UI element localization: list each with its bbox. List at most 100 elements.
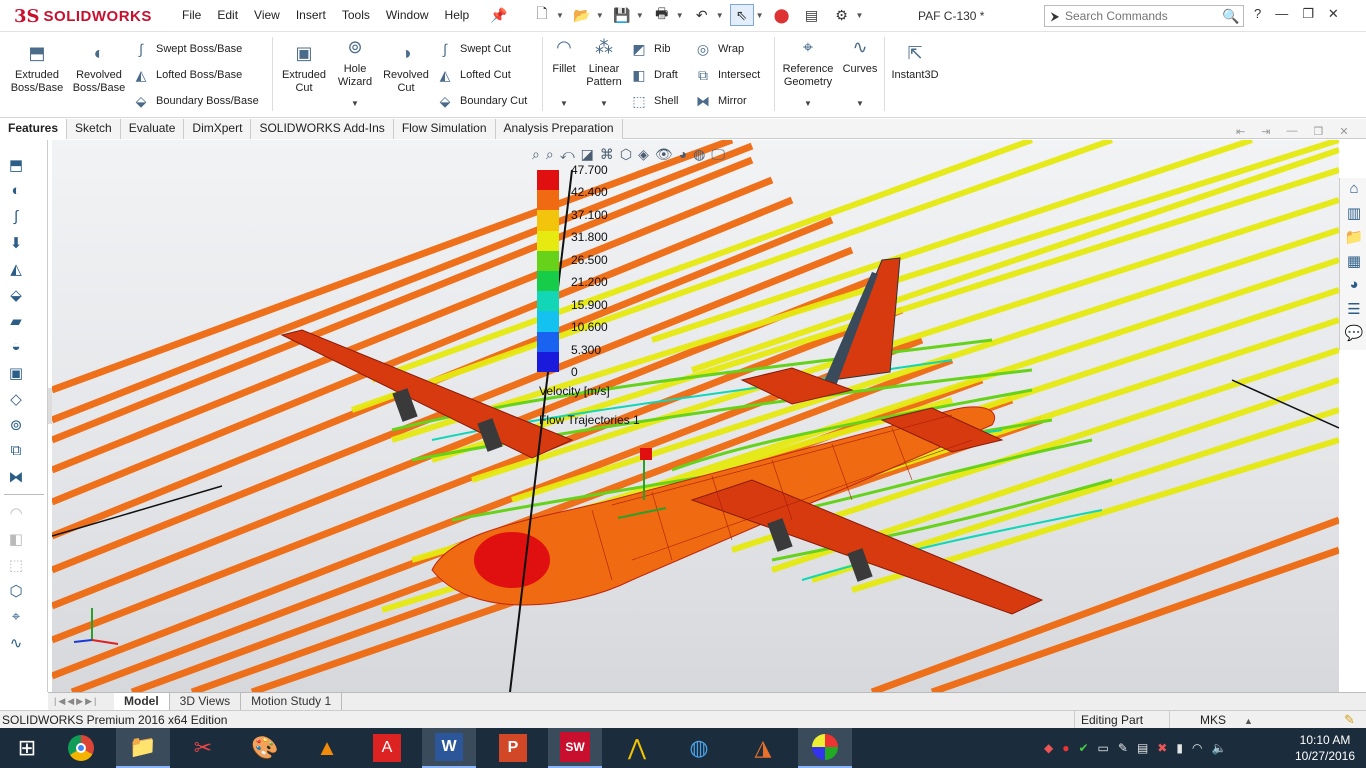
file-explorer-icon[interactable]: 📁 xyxy=(116,728,170,768)
color-balls-icon[interactable] xyxy=(798,728,852,768)
menu-window[interactable]: Window xyxy=(386,8,429,22)
chevron-down-icon[interactable]: ▼ xyxy=(351,99,359,108)
view-settings-icon[interactable]: 🖵 xyxy=(711,146,725,163)
chevron-down-icon[interactable]: ▼ xyxy=(560,99,568,108)
paint-icon[interactable]: 🎨 xyxy=(238,728,292,768)
zoom-to-fit-icon[interactable]: ⌕ xyxy=(532,146,540,163)
options-gear-icon[interactable]: ⚙ xyxy=(830,4,854,26)
fillet-button[interactable]: ◠ Fillet xyxy=(546,38,582,76)
powerpoint-icon[interactable]: P xyxy=(486,728,540,768)
hide-show-items-icon[interactable]: 👁 xyxy=(655,146,673,163)
search-input[interactable] xyxy=(1065,9,1205,23)
acrobat-icon[interactable]: A xyxy=(360,728,414,768)
intersect-button[interactable]: ⧉ Intersect xyxy=(694,67,760,83)
menu-file[interactable]: File xyxy=(182,8,201,22)
open-folder-icon[interactable]: 📂 xyxy=(570,4,594,26)
custom-properties-icon[interactable]: ☰ xyxy=(1343,300,1365,322)
print-icon[interactable]: 🖶 xyxy=(650,4,674,26)
restore-icon[interactable]: ❐ xyxy=(1302,6,1314,22)
solidworks-resources-home-icon[interactable]: ⌂ xyxy=(1343,180,1365,202)
matlab-icon[interactable]: ◮ xyxy=(736,728,790,768)
tab-evaluate[interactable]: Evaluate xyxy=(120,119,185,139)
new-document-icon[interactable]: 🗋 xyxy=(530,4,554,26)
tab-model[interactable]: Model xyxy=(114,692,170,711)
viewport-restore-icon[interactable]: ❐ xyxy=(1313,125,1323,138)
tray-volume-icon[interactable]: 🔈 xyxy=(1211,741,1226,755)
extrude-cut-tool-icon[interactable]: ▣ xyxy=(6,364,26,384)
chevron-down-icon[interactable]: ▼ xyxy=(756,11,764,20)
mirror-button[interactable]: ⧓ Mirror xyxy=(694,93,747,109)
chevron-down-icon[interactable]: ▼ xyxy=(556,11,564,20)
menu-edit[interactable]: Edit xyxy=(217,8,238,22)
curves-button[interactable]: ∿ Curves xyxy=(840,38,880,76)
chevron-down-icon[interactable]: ▼ xyxy=(596,11,604,20)
design-library-icon[interactable]: ▥ xyxy=(1343,204,1365,226)
previous-view-icon[interactable]: ⤺ xyxy=(560,146,575,163)
curves-tool-icon[interactable]: ∿ xyxy=(6,634,26,654)
tray-app-icon[interactable]: ◆ xyxy=(1044,741,1053,755)
help-icon[interactable]: ? xyxy=(1254,6,1261,22)
autodesk-icon[interactable]: ⋀ xyxy=(610,728,664,768)
network-globe-icon[interactable]: ◍ xyxy=(672,728,726,768)
view-palette-icon[interactable]: ▦ xyxy=(1343,252,1365,274)
tray-antivirus-icon[interactable]: ✖ xyxy=(1157,741,1167,755)
tab-solidworks-addins[interactable]: SOLIDWORKS Add-Ins xyxy=(251,119,394,139)
tray-tools-icon[interactable]: ✎ xyxy=(1118,741,1128,755)
next-view-icon[interactable]: ⇥ xyxy=(1261,125,1270,138)
chamfer-tool-icon[interactable]: ◇ xyxy=(6,390,26,410)
select-arrow-icon[interactable]: ⇖ xyxy=(729,4,754,26)
rib-button[interactable]: ◩ Rib xyxy=(630,41,670,57)
snipping-tool-icon[interactable]: ✂ xyxy=(176,728,230,768)
search-icon[interactable]: 🔍 xyxy=(1219,8,1243,25)
file-explorer-folder-icon[interactable]: 📁 xyxy=(1343,228,1365,250)
save-icon[interactable]: 💾 xyxy=(610,4,634,26)
draft-button[interactable]: ◧ Draft xyxy=(630,67,677,83)
thicken-tool-icon[interactable]: ⬙ xyxy=(6,286,26,306)
menu-tools[interactable]: Tools xyxy=(342,8,370,22)
viewport-close-icon[interactable]: ✕ xyxy=(1339,125,1348,138)
swept-cut-button[interactable]: ∫ Swept Cut xyxy=(436,41,511,57)
graphics-viewport[interactable] xyxy=(52,140,1339,692)
boundary-boss-button[interactable]: ⬙ Boundary Boss/Base xyxy=(132,93,259,109)
menu-help[interactable]: Help xyxy=(445,8,470,22)
taskbar-clock[interactable]: 10:10 AM 10/27/2016 xyxy=(1290,732,1360,764)
solidworks-forum-icon[interactable]: 💬 xyxy=(1343,324,1365,346)
viewport-minimize-icon[interactable]: — xyxy=(1286,125,1297,138)
tab-dimxpert[interactable]: DimXpert xyxy=(184,119,252,139)
swept-boss-button[interactable]: ∫ Swept Boss/Base xyxy=(132,41,242,57)
tab-3d-views[interactable]: 3D Views xyxy=(170,692,242,711)
tray-battery-icon[interactable]: ▮ xyxy=(1176,741,1183,755)
shell-button[interactable]: ⬚ Shell xyxy=(630,93,678,109)
extruded-cut-button[interactable]: ▣ Extruded Cut xyxy=(278,44,330,95)
instant3d-button[interactable]: ⇱ Instant3D xyxy=(888,44,942,82)
file-properties-icon[interactable]: ▤ xyxy=(800,4,824,26)
vlc-icon[interactable]: ▲ xyxy=(300,728,354,768)
wrap-button[interactable]: ◎ Wrap xyxy=(694,41,744,57)
section-view-icon[interactable]: ◪ xyxy=(581,146,594,163)
solidworks-logo[interactable]: 3S SOLIDWORKS xyxy=(14,4,152,28)
lofted-boss-button[interactable]: ◭ Lofted Boss/Base xyxy=(132,67,243,83)
chevron-down-icon[interactable]: ▼ xyxy=(804,99,812,108)
windows-logo-icon[interactable]: ⊞ xyxy=(0,728,54,768)
lofted-cut-button[interactable]: ◭ Lofted Cut xyxy=(436,67,511,83)
revolved-boss-button[interactable]: ◐ Revolved Boss/Base xyxy=(70,44,128,95)
tab-flow-simulation[interactable]: Flow Simulation xyxy=(393,119,496,139)
split-tool-icon[interactable]: ⧉ xyxy=(6,442,26,462)
loft-tool-icon[interactable]: ◭ xyxy=(6,260,26,280)
appearances-scenes-icon[interactable]: ◕ xyxy=(1343,276,1365,298)
move-copy-body-icon[interactable]: ⬡ xyxy=(6,582,26,602)
unit-system-selector[interactable]: MKS ▲ xyxy=(1200,713,1253,727)
arrow-down-tool-icon[interactable]: ⬇ xyxy=(6,234,26,254)
extruded-boss-button[interactable]: ⬒ Extruded Boss/Base xyxy=(8,44,66,95)
revolved-cut-button[interactable]: ◑ Revolved Cut xyxy=(380,44,432,95)
menu-insert[interactable]: Insert xyxy=(296,8,326,22)
tray-network-icon[interactable]: ▤ xyxy=(1137,741,1148,755)
solidworks-2016-icon[interactable]: SW xyxy=(548,728,602,768)
plane-tool-icon[interactable]: ▰ xyxy=(6,312,26,332)
dome-tool-icon[interactable]: ◒ xyxy=(6,338,26,358)
tray-wifi-icon[interactable]: ◠ xyxy=(1192,741,1202,755)
minimize-icon[interactable]: — xyxy=(1275,6,1288,22)
close-icon[interactable]: ✕ xyxy=(1328,6,1339,22)
rebuild-notification-icon[interactable]: ✎ xyxy=(1344,712,1355,728)
solidworks-tray-icon[interactable]: ● xyxy=(1062,741,1069,755)
